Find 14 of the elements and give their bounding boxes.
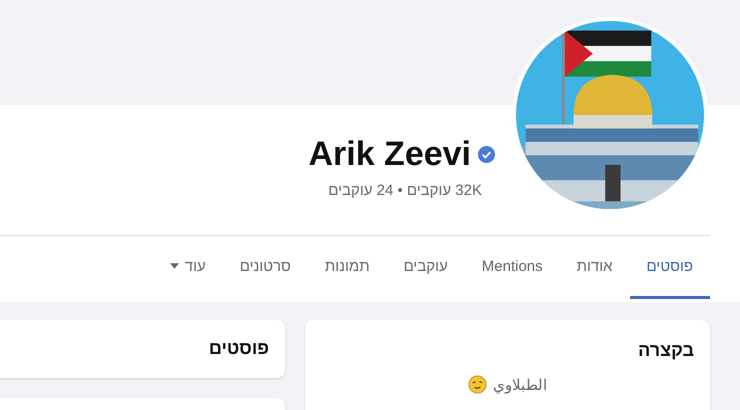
profile-tab[interactable]: עוקבים (386, 236, 465, 299)
profile-name: Arik Zeevi (308, 135, 471, 174)
posts-title: פוסטים (208, 338, 269, 358)
profile-tab[interactable]: Mentions (464, 236, 560, 299)
profile-tab[interactable]: סרטונים (222, 236, 308, 299)
emoji-icon (468, 375, 487, 394)
caret-icon (170, 263, 179, 269)
intro-title: בקצרה (637, 340, 694, 361)
profile-tab[interactable]: פוסטים (630, 236, 710, 299)
profile-tab[interactable]: אודות (560, 236, 630, 299)
more-tab[interactable]: עוד (152, 236, 223, 299)
follower-count: 32K עוקבים • 24 עוקבים (328, 182, 482, 199)
bio-text: الطبلاوي (493, 376, 547, 394)
profile-tab[interactable]: תמונות (308, 236, 387, 299)
